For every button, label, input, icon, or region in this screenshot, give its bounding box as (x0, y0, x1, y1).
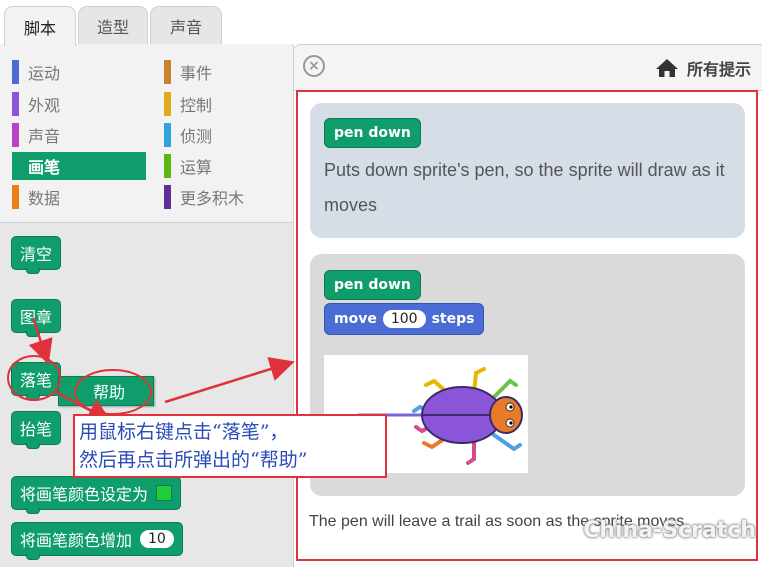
category-sensing[interactable]: 侦测 (164, 121, 298, 149)
set-pen-color-block[interactable]: 将画笔颜色设定为 (11, 476, 182, 514)
block-label: 抬笔 (20, 420, 53, 439)
block-label: 清空 (20, 245, 53, 264)
category-label: 更多积木 (180, 189, 245, 208)
block-notch (26, 554, 40, 560)
all-tips-label: 所有提示 (686, 60, 751, 79)
block-label: 将画笔颜色增加 (20, 531, 133, 550)
category-label: 画笔 (28, 158, 61, 177)
category-operators[interactable]: 运算 (164, 152, 298, 180)
category-label: 数据 (28, 189, 61, 208)
tab-sounds[interactable]: 声音 (150, 6, 222, 44)
home-icon (655, 59, 678, 77)
close-icon[interactable]: × (303, 55, 325, 77)
category-label: 运算 (180, 158, 213, 177)
category-label: 运动 (28, 64, 61, 83)
block-notch (26, 331, 40, 337)
category-label: 控制 (180, 96, 213, 115)
tab-costumes[interactable]: 造型 (78, 6, 148, 44)
category-color-swatch (12, 123, 19, 147)
category-data[interactable]: 数据 (12, 183, 146, 211)
category-color-swatch (164, 60, 171, 84)
category-palette: 运动 事件 外观 控制 声音 侦测 画笔 运算 数据 更多积木 (0, 44, 294, 222)
category-color-swatch (164, 154, 171, 178)
site-watermark: China-Scratch (583, 518, 756, 543)
category-label: 声音 (28, 127, 61, 146)
category-color-swatch (164, 123, 171, 147)
category-events[interactable]: 事件 (164, 58, 298, 86)
tips-highlight-frame (296, 90, 758, 561)
color-picker-slot[interactable] (156, 485, 173, 501)
block-label: 图章 (20, 308, 53, 327)
block-notch (26, 443, 40, 449)
stamp-block[interactable]: 图章 (11, 299, 62, 337)
tab-scripts[interactable]: 脚本 (4, 6, 76, 46)
category-color-swatch (164, 92, 171, 116)
category-color-swatch (12, 154, 19, 178)
instruction-callout: 用鼠标右键点击“落笔”， 然后再点击所弹出的“帮助” (73, 414, 387, 478)
block-label: 将画笔颜色设定为 (20, 485, 149, 504)
category-label: 事件 (180, 64, 213, 83)
category-color-swatch (164, 185, 171, 209)
category-control[interactable]: 控制 (164, 90, 298, 118)
context-menu-help-label: 帮助 (93, 383, 126, 402)
category-looks[interactable]: 外观 (12, 90, 146, 118)
change-pen-color-block[interactable]: 将画笔颜色增加 10 (11, 522, 183, 560)
all-tips-button[interactable]: 所有提示 (655, 56, 751, 80)
category-sound[interactable]: 声音 (12, 121, 146, 149)
category-more-blocks[interactable]: 更多积木 (164, 183, 298, 211)
number-input[interactable]: 10 (140, 530, 174, 548)
pen-down-block[interactable]: 落笔 (11, 362, 62, 400)
category-motion[interactable]: 运动 (12, 58, 146, 86)
category-label: 侦测 (180, 127, 213, 146)
category-pen[interactable]: 画笔 (12, 152, 146, 180)
clear-block[interactable]: 清空 (11, 236, 62, 274)
category-color-swatch (12, 60, 19, 84)
block-label: 落笔 (20, 371, 53, 390)
category-color-swatch (12, 92, 19, 116)
pen-up-block[interactable]: 抬笔 (11, 411, 62, 449)
block-notch (26, 394, 40, 400)
block-notch (26, 508, 40, 514)
category-label: 外观 (28, 96, 61, 115)
tips-panel-header: × 所有提示 (294, 45, 762, 91)
instruction-line-1: 用鼠标右键点击“落笔”， (79, 421, 289, 443)
block-notch (26, 268, 40, 274)
category-color-swatch (12, 185, 19, 209)
instruction-line-2: 然后再点击所弹出的“帮助” (79, 449, 308, 471)
context-menu-help[interactable]: 帮助 (58, 376, 154, 406)
